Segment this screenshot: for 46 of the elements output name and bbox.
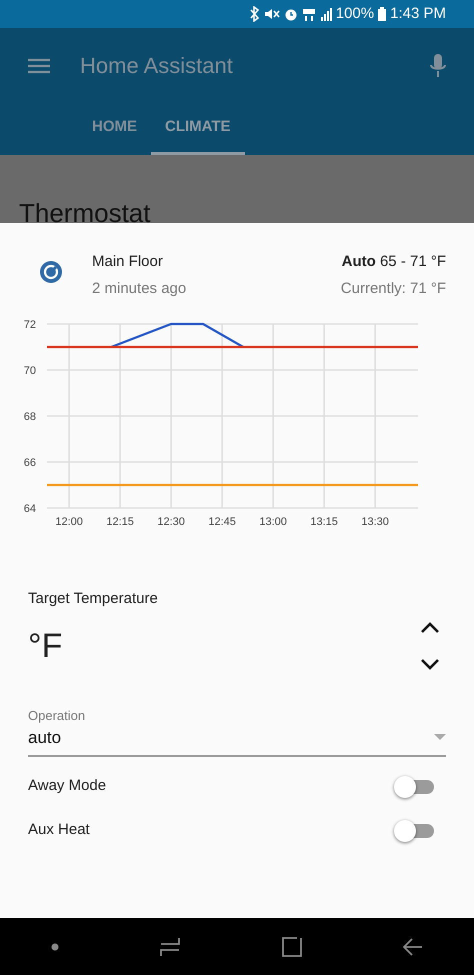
menu-icon[interactable] (28, 58, 50, 74)
network-icon (302, 7, 316, 21)
back-icon[interactable] (403, 938, 424, 956)
dot-icon[interactable] (50, 942, 59, 950)
thermostat-icon (38, 259, 64, 285)
axis-label: 72 (24, 319, 36, 331)
battery-icon (378, 7, 386, 21)
toggle-switch[interactable] (394, 818, 436, 842)
dropdown-caret-icon (434, 734, 446, 742)
axis-label: 66 (24, 457, 36, 469)
axis-label: 68 (24, 411, 36, 423)
axis-label: 12:45 (208, 516, 236, 528)
chevron-up-icon[interactable] (420, 622, 440, 634)
toggle-label: Away Mode (28, 776, 106, 796)
recent-apps-icon[interactable] (160, 936, 180, 956)
operation-dropdown[interactable]: auto (28, 725, 446, 756)
signal-icon (320, 7, 332, 21)
axis-label: 13:30 (361, 516, 389, 528)
axis-label: 12:15 (106, 516, 134, 528)
status-time: 1:43 PM (390, 4, 446, 24)
axis-label: 13:15 (310, 516, 338, 528)
alarm-icon (284, 7, 298, 21)
mode-range: Auto 65 - 71 °F (340, 252, 446, 272)
tab[interactable]: CLIMATE (151, 103, 245, 155)
axis-label: 12:30 (157, 516, 185, 528)
microphone-icon[interactable] (430, 54, 446, 78)
axis-label: 70 (24, 365, 36, 377)
background-heading: Thermostat (19, 200, 150, 223)
mute-icon (264, 7, 280, 21)
target-temperature-label: Target Temperature (28, 589, 159, 609)
axis-label: 64 (24, 503, 36, 515)
current-temperature: Currently: 71 °F (340, 278, 446, 298)
axis-label: 13:00 (259, 516, 287, 528)
home-icon[interactable] (282, 936, 302, 956)
field-label: Operation (28, 706, 86, 725)
app-title: Home Assistant (80, 52, 234, 80)
battery-level: 100% (336, 4, 374, 24)
axis-label: 12:00 (55, 516, 83, 528)
temperature-unit: °F (28, 626, 62, 666)
toggle-switch[interactable] (394, 774, 436, 798)
bluetooth-icon (248, 6, 260, 22)
updated-time: 2 minutes ago (92, 278, 188, 298)
toggle-label: Aux Heat (28, 820, 90, 840)
device-name: Main Floor (92, 252, 164, 272)
chevron-down-icon[interactable] (420, 658, 440, 670)
tab[interactable]: HOME (78, 103, 151, 155)
